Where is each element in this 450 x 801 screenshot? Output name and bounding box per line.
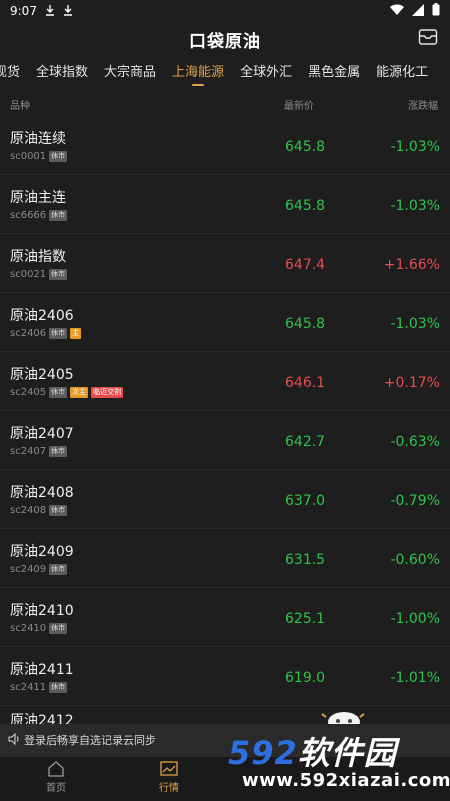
status-tag: 休市 — [49, 623, 68, 634]
watermark-text: 软件园 — [297, 734, 397, 772]
status-tag: 休市 — [49, 328, 68, 339]
tab-shanghai-energy[interactable]: 上海能源 — [164, 56, 232, 90]
nav-market-label: 行情 — [159, 783, 179, 794]
instrument-name: 原油2406 — [10, 308, 74, 324]
latest-price: 647.4 — [285, 257, 326, 273]
wifi-icon — [390, 3, 404, 19]
change-percent: -0.63% — [390, 434, 440, 450]
quote-list: 原油连续 sc0001 休市 645.8 -1.03% 原油主连 sc6666 休市 645.8… — [0, 116, 450, 706]
list-item[interactable]: 原油2410 sc2410 休市 625.1 -1.00% — [0, 588, 450, 647]
instrument-code: sc2410 — [10, 623, 47, 634]
list-item[interactable]: 原油连续 sc0001 休市 645.8 -1.03% — [0, 116, 450, 175]
status-tag: 休市 — [49, 210, 68, 221]
change-percent: -0.60% — [390, 552, 440, 568]
status-tag: 主 — [70, 328, 82, 339]
watermark-number: 592 — [228, 734, 298, 772]
latest-price: 637.0 — [285, 493, 326, 509]
column-price[interactable]: 最新价 — [284, 97, 314, 112]
change-percent: -1.03% — [390, 198, 440, 214]
status-tag: 休市 — [49, 151, 68, 162]
download-icon — [45, 4, 55, 19]
list-item[interactable]: 原油指数 sc0021 休市 647.4 +1.66% — [0, 234, 450, 293]
change-percent: +1.66% — [383, 257, 440, 273]
login-prompt-text: 登录后畅享自选记录云同步 — [24, 734, 156, 747]
instrument-code: sc2406 — [10, 328, 47, 339]
change-percent: +0.17% — [383, 375, 440, 391]
instrument-name: 原油2411 — [10, 662, 74, 678]
tab-global-index[interactable]: 全球指数 — [28, 56, 96, 90]
change-percent: -1.03% — [390, 139, 440, 155]
instrument-name: 原油2407 — [10, 426, 74, 442]
instrument-name: 原油主连 — [10, 190, 66, 206]
watermark-url: www.592xiazai.com — [242, 770, 450, 791]
column-change[interactable]: 涨跌幅 — [408, 97, 438, 112]
tab-spot[interactable]: 现货 — [0, 56, 28, 90]
market-tabs: 现货 全球指数 大宗商品 上海能源 全球外汇 黑色金属 能源化工 — [0, 56, 450, 90]
list-item[interactable]: 原油2409 sc2409 休市 631.5 -0.60% — [0, 529, 450, 588]
status-tag: 休市 — [49, 446, 68, 457]
watermark-logo: 592软件园 www.592xiazai.com — [222, 728, 450, 800]
change-percent: -1.01% — [390, 670, 440, 686]
change-percent: -1.00% — [390, 611, 440, 627]
latest-price: 645.8 — [285, 198, 326, 214]
list-item[interactable]: 原油主连 sc6666 休市 645.8 -1.03% — [0, 175, 450, 234]
change-percent: -0.79% — [390, 493, 440, 509]
instrument-name: 原油2405 — [10, 367, 74, 383]
status-tag: 休市 — [49, 387, 68, 398]
app-header: 口袋原油 — [0, 22, 450, 56]
instrument-name: 原油指数 — [10, 249, 66, 265]
status-tag: 次主 — [70, 387, 89, 398]
instrument-code: sc2407 — [10, 446, 47, 457]
latest-price: 631.5 — [285, 552, 326, 568]
instrument-name: 原油2410 — [10, 603, 74, 619]
instrument-code: sc0021 — [10, 269, 47, 280]
battery-icon — [432, 3, 440, 19]
column-header: 品种 最新价 涨跌幅 — [0, 90, 450, 116]
instrument-code: sc0001 — [10, 151, 47, 162]
instrument-code: sc6666 — [10, 210, 47, 221]
instrument-code: sc2409 — [10, 564, 47, 575]
latest-price: 619.0 — [285, 670, 326, 686]
column-name: 品种 — [10, 101, 30, 112]
instrument-name: 原油连续 — [10, 131, 66, 147]
status-tag: 休市 — [49, 564, 68, 575]
list-item[interactable]: 原油2407 sc2407 休市 642.7 -0.63% — [0, 411, 450, 470]
tab-global-forex[interactable]: 全球外汇 — [232, 56, 300, 90]
status-tag: 休市 — [49, 269, 68, 280]
nav-home-label: 首页 — [46, 783, 66, 794]
signal-icon — [412, 3, 424, 19]
status-bar: 9:07 — [0, 0, 450, 22]
status-time: 9:07 — [10, 4, 37, 18]
list-item[interactable]: 原油2408 sc2408 休市 637.0 -0.79% — [0, 470, 450, 529]
instrument-name: 原油2408 — [10, 485, 74, 501]
change-percent: -1.03% — [390, 316, 440, 332]
tab-commodities[interactable]: 大宗商品 — [96, 56, 164, 90]
list-item[interactable]: 原油2411 sc2411 休市 619.0 -1.01% — [0, 647, 450, 706]
app-title: 口袋原油 — [189, 31, 261, 52]
status-tag: 休市 — [49, 682, 68, 693]
instrument-code: sc2405 — [10, 387, 47, 398]
instrument-code: sc2411 — [10, 682, 47, 693]
latest-price: 646.1 — [285, 375, 326, 391]
latest-price: 642.7 — [285, 434, 326, 450]
instrument-name: 原油2409 — [10, 544, 74, 560]
speaker-icon — [8, 732, 20, 748]
nav-market[interactable]: 行情 — [139, 761, 199, 794]
list-item[interactable]: 原油2405 sc2405 休市 次主 临近交割 646.1 +0.17% — [0, 352, 450, 411]
latest-price: 625.1 — [285, 611, 326, 627]
status-tag: 休市 — [49, 505, 68, 516]
status-tag: 临近交割 — [91, 387, 124, 398]
chart-icon — [160, 761, 178, 777]
nav-home[interactable]: 首页 — [26, 761, 86, 794]
tab-energy-chemicals[interactable]: 能源化工 — [368, 56, 436, 90]
mail-icon[interactable] — [418, 28, 438, 46]
instrument-code: sc2408 — [10, 505, 47, 516]
list-item[interactable]: 原油2406 sc2406 休市主 645.8 -1.03% — [0, 293, 450, 352]
download-icon — [63, 4, 73, 19]
latest-price: 645.8 — [285, 139, 326, 155]
latest-price: 645.8 — [285, 316, 326, 332]
tab-ferrous-metals[interactable]: 黑色金属 — [300, 56, 368, 90]
home-icon — [47, 761, 65, 777]
